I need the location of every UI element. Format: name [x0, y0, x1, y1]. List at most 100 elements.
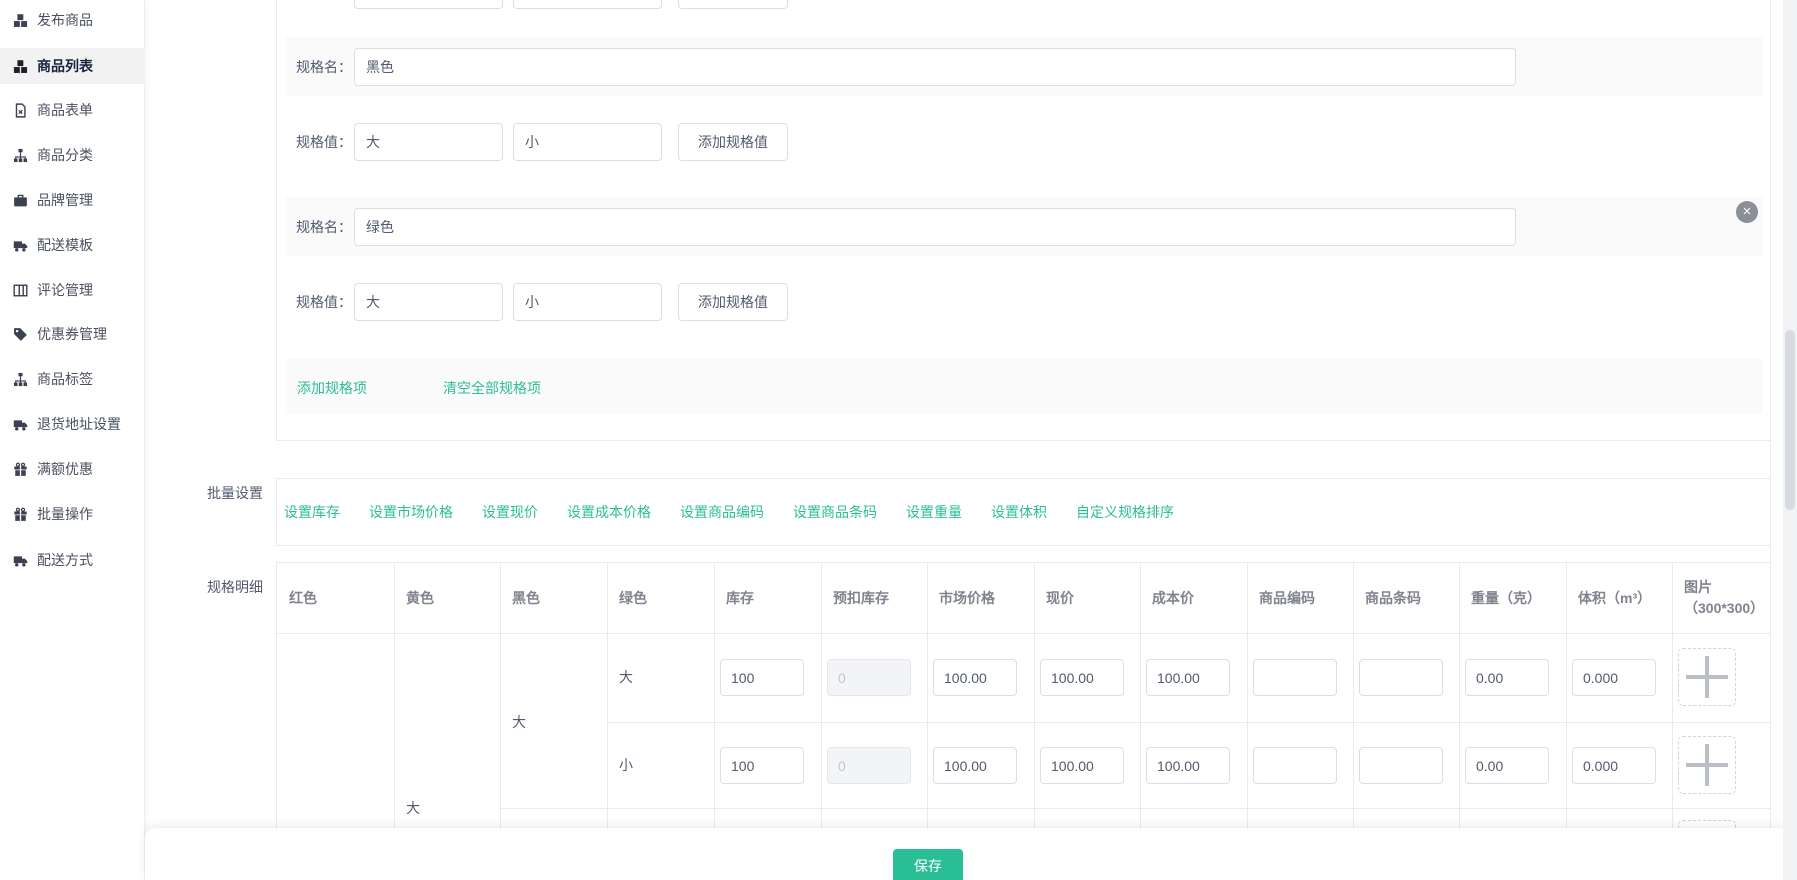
- sidebar-item-label: 发布商品: [37, 10, 93, 30]
- scrollbar-thumb[interactable]: [1785, 330, 1795, 510]
- spec-value-label: 规格值：: [296, 132, 352, 152]
- product-spec-page: 发布商品 商品列表 商品表单 商品分类 品牌管理 配送模板 评论管理 优惠券管: [0, 0, 1797, 880]
- truck-icon: [12, 552, 28, 568]
- footer-bar: 保存: [145, 828, 1790, 880]
- save-button[interactable]: 保存: [893, 849, 963, 880]
- batch-setting-label: 批量设置: [207, 483, 263, 503]
- add-spec-value-button[interactable]: 添加规格值: [678, 123, 788, 161]
- spec-value-input-cutoff[interactable]: [513, 0, 662, 9]
- batch-set-cost-price-link[interactable]: 设置成本价格: [567, 503, 651, 521]
- product-code-input[interactable]: [1253, 747, 1337, 784]
- stock-input[interactable]: [720, 659, 804, 696]
- spec-sections-panel: 规格名： 规格值： 添加规格值 规格名： × 规格值： 添加规格值 添加规格项 …: [276, 0, 1771, 441]
- sidebar-item-review-management[interactable]: 评论管理: [0, 272, 145, 308]
- market-price-input[interactable]: [933, 659, 1017, 696]
- sidebar-item-shipping-template[interactable]: 配送模板: [0, 227, 145, 263]
- sidebar-item-label: 商品分类: [37, 145, 93, 165]
- sidebar-item-label: 配送模板: [37, 235, 93, 255]
- sidebar-item-label: 商品标签: [37, 369, 93, 389]
- spec-name-input[interactable]: [354, 48, 1516, 86]
- volume-input[interactable]: [1572, 747, 1656, 784]
- spec-value-input[interactable]: [513, 123, 662, 161]
- column-header-volume: 体积（m³）: [1578, 563, 1651, 633]
- volume-input[interactable]: [1572, 659, 1656, 696]
- weight-input[interactable]: [1465, 659, 1549, 696]
- spec-value-input[interactable]: [354, 283, 503, 321]
- cost-price-input[interactable]: [1146, 747, 1230, 784]
- spec-detail-table: 红色 黄色 黑色 绿色 库存 预扣库存 市场价格 现价 成本价 商品编码 商品条…: [276, 562, 1771, 828]
- briefcase-icon: [12, 192, 28, 208]
- spec-value-input-cutoff[interactable]: [354, 0, 503, 9]
- sidebar-item-label: 优惠券管理: [37, 324, 107, 344]
- sidebar-item-product-category[interactable]: 商品分类: [0, 137, 145, 173]
- column-header-black: 黑色: [512, 563, 540, 633]
- barcode-input[interactable]: [1359, 659, 1443, 696]
- spec-value-input[interactable]: [354, 123, 503, 161]
- plus-icon: [1679, 737, 1735, 793]
- custom-spec-sort-link[interactable]: 自定义规格排序: [1076, 503, 1174, 521]
- sidebar-item-label: 配送方式: [37, 550, 93, 570]
- spec-name-label: 规格名：: [296, 217, 352, 237]
- sidebar-item-product-form[interactable]: 商品表单: [0, 92, 145, 128]
- add-spec-value-button-cutoff[interactable]: [678, 0, 788, 9]
- batch-set-price-link[interactable]: 设置现价: [482, 503, 538, 521]
- file-icon: [12, 102, 28, 118]
- cell-yellow-span: 大: [406, 798, 420, 818]
- cubes-icon: [12, 12, 28, 28]
- sidebar-item-return-address[interactable]: 退货地址设置: [0, 406, 145, 442]
- column-header-image: 图片（300*300）: [1684, 563, 1766, 633]
- column-header-product-code: 商品编码: [1259, 563, 1315, 633]
- product-code-input[interactable]: [1253, 659, 1337, 696]
- weight-input[interactable]: [1465, 747, 1549, 784]
- sidebar-item-shipping-method[interactable]: 配送方式: [0, 542, 145, 578]
- batch-set-weight-link[interactable]: 设置重量: [906, 503, 962, 521]
- sitemap-icon: [12, 147, 28, 163]
- stock-input[interactable]: [720, 747, 804, 784]
- batch-set-barcode-link[interactable]: 设置商品条码: [793, 503, 877, 521]
- cost-price-input[interactable]: [1146, 659, 1230, 696]
- sidebar-item-label: 商品表单: [37, 100, 93, 120]
- sitemap-icon: [12, 371, 28, 387]
- sidebar-item-label: 满额优惠: [37, 459, 93, 479]
- scrollbar[interactable]: [1783, 0, 1797, 880]
- market-price-input[interactable]: [933, 747, 1017, 784]
- batch-set-product-code-link[interactable]: 设置商品编码: [680, 503, 764, 521]
- truck-icon: [12, 416, 28, 432]
- spec-detail-label: 规格明细: [207, 577, 263, 597]
- price-input[interactable]: [1040, 747, 1124, 784]
- clear-spec-items-link[interactable]: 清空全部规格项: [443, 379, 541, 397]
- sidebar-item-brand-management[interactable]: 品牌管理: [0, 182, 145, 218]
- sidebar-item-label: 商品列表: [37, 56, 93, 76]
- spec-name-input[interactable]: [354, 208, 1516, 246]
- barcode-input[interactable]: [1359, 747, 1443, 784]
- price-input[interactable]: [1040, 659, 1124, 696]
- batch-set-volume-link[interactable]: 设置体积: [991, 503, 1047, 521]
- column-header-price: 现价: [1046, 563, 1074, 633]
- remove-spec-section-button[interactable]: ×: [1736, 201, 1758, 223]
- sidebar-item-full-discount[interactable]: 满额优惠: [0, 451, 145, 487]
- image-upload-button[interactable]: [1678, 736, 1736, 794]
- sidebar-item-label: 退货地址设置: [37, 414, 121, 434]
- batch-set-stock-link[interactable]: 设置库存: [284, 503, 340, 521]
- add-spec-value-button[interactable]: 添加规格值: [678, 283, 788, 321]
- spec-value-label: 规格值：: [296, 292, 352, 312]
- reserved-stock-input: [827, 659, 911, 696]
- plus-icon: [1679, 821, 1735, 828]
- sidebar-item-product-tags[interactable]: 商品标签: [0, 361, 145, 397]
- image-upload-button[interactable]: [1678, 648, 1736, 706]
- spec-value-input[interactable]: [513, 283, 662, 321]
- column-header-green: 绿色: [619, 563, 647, 633]
- sidebar-item-publish-product[interactable]: 发布商品: [0, 2, 145, 38]
- column-header-red: 红色: [289, 563, 317, 633]
- reserved-stock-input: [827, 747, 911, 784]
- image-upload-button[interactable]: [1678, 820, 1736, 828]
- sidebar-item-batch-operations[interactable]: 批量操作: [0, 496, 145, 532]
- tag-icon: [12, 326, 28, 342]
- batch-set-market-price-link[interactable]: 设置市场价格: [369, 503, 453, 521]
- column-header-barcode: 商品条码: [1365, 563, 1421, 633]
- sidebar-item-coupon-management[interactable]: 优惠券管理: [0, 316, 145, 352]
- column-header-reserved: 预扣库存: [833, 563, 889, 633]
- sidebar-item-product-list[interactable]: 商品列表: [0, 48, 145, 84]
- column-header-market-price: 市场价格: [939, 563, 995, 633]
- add-spec-item-link[interactable]: 添加规格项: [297, 379, 367, 397]
